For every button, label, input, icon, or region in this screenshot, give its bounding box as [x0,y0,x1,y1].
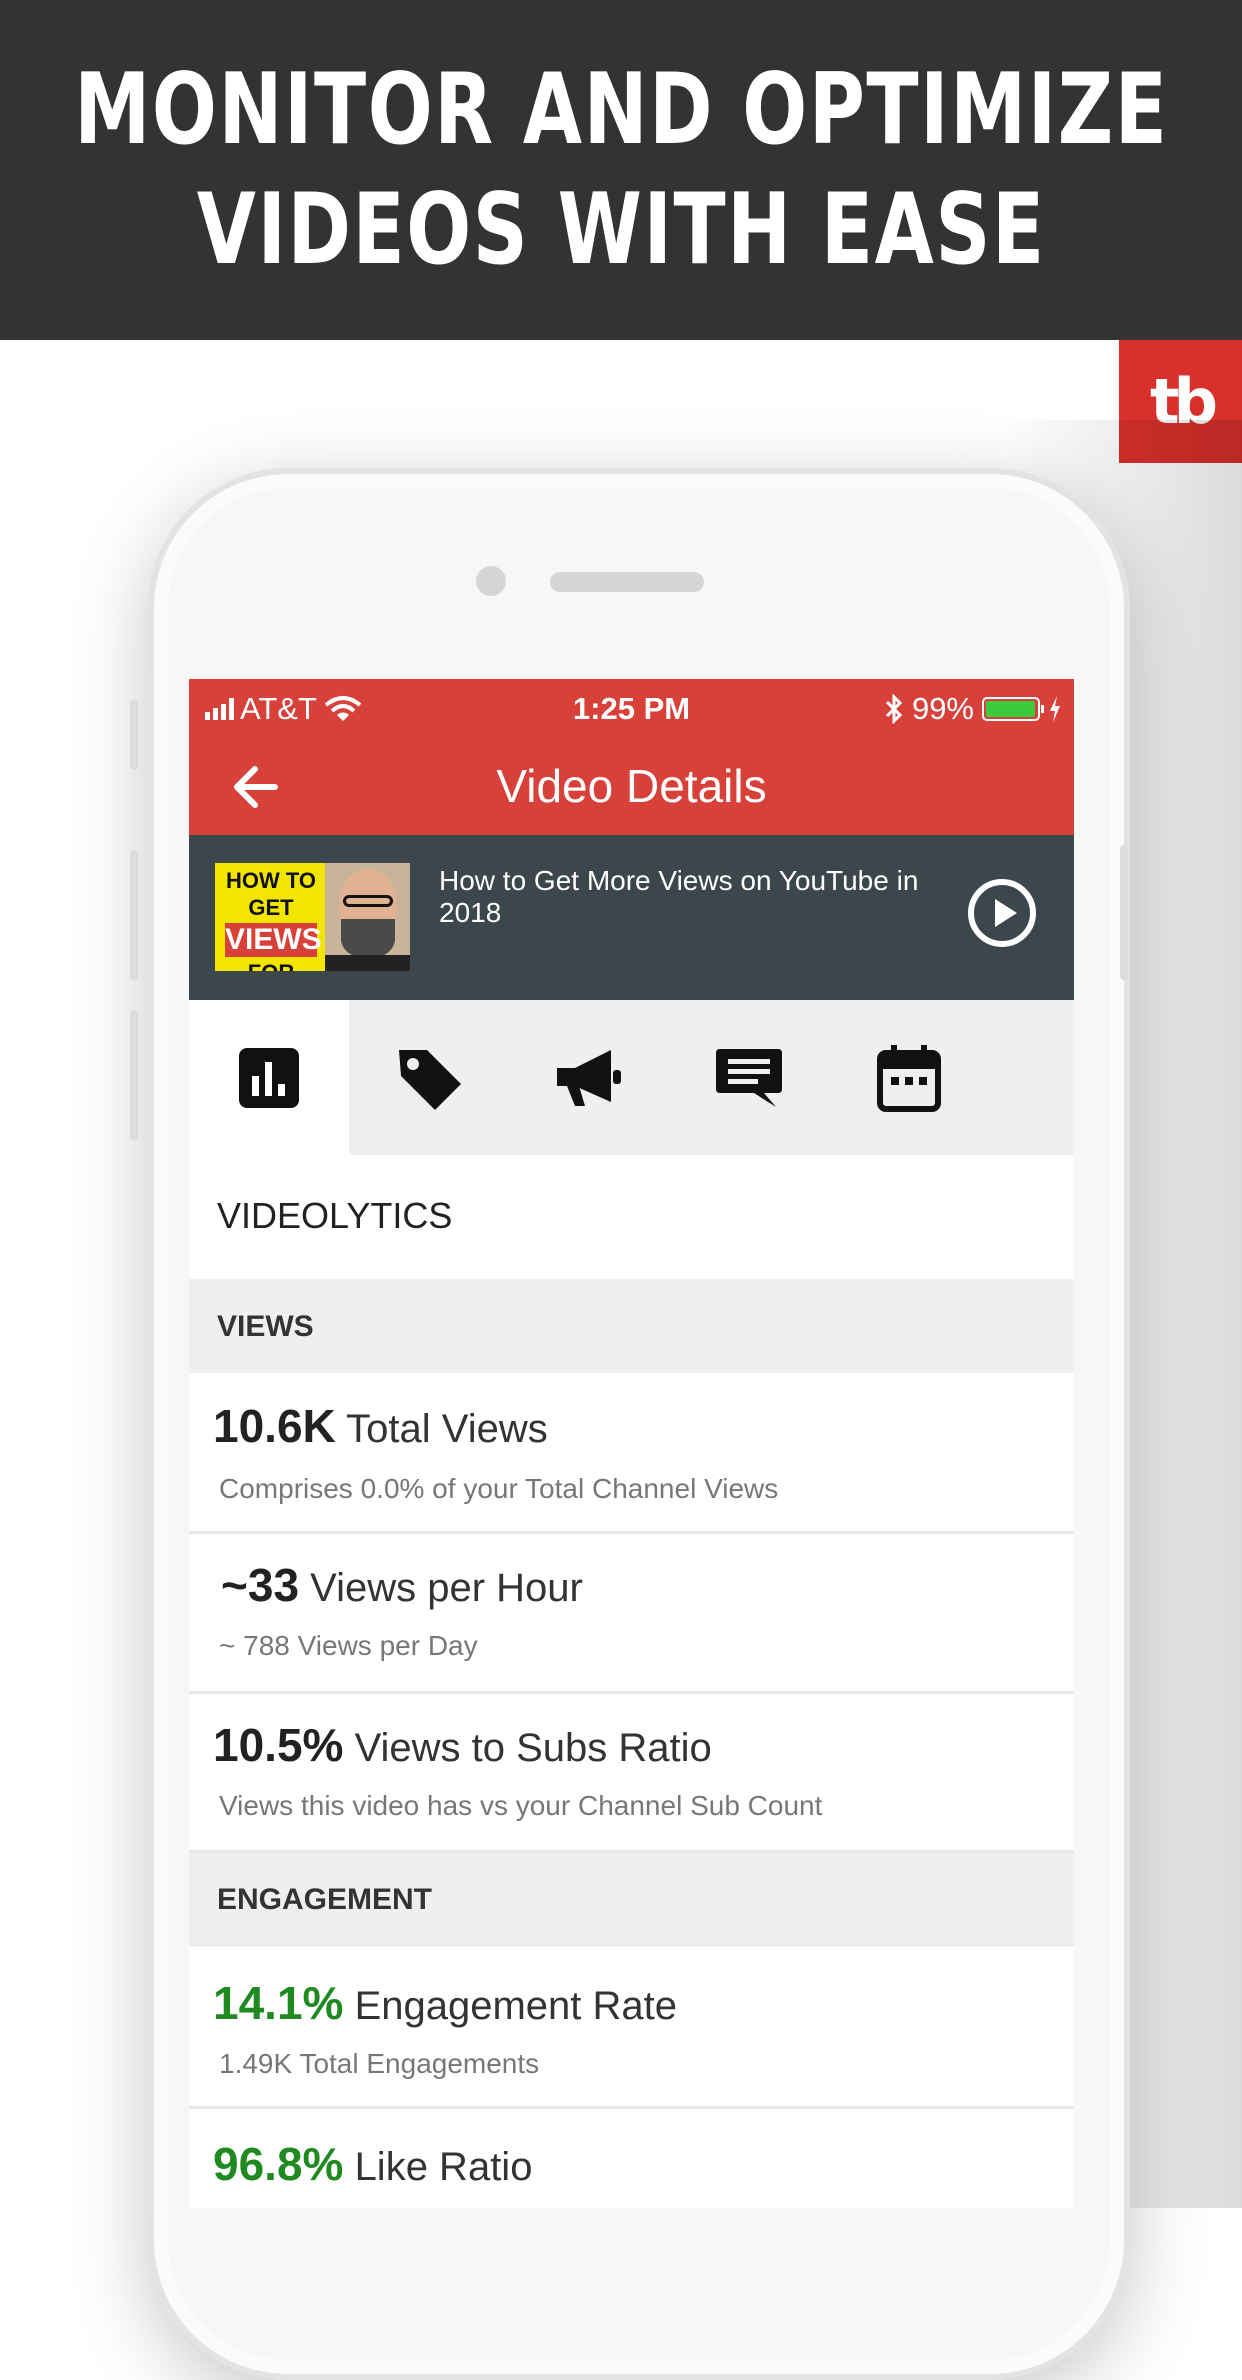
section-title: VIDEOLYTICS [189,1155,1074,1279]
metric-row: 10.6K Total Views Comprises 0.0% of your… [189,1373,1074,1534]
status-right: 99% [884,691,1062,727]
front-camera [476,566,506,596]
earpiece-speaker [550,572,704,592]
megaphone-icon [557,1049,621,1106]
charging-icon [1050,696,1060,722]
thumbnail-line-3: FOR REAL! [237,960,304,971]
banner-headline-line-1: MONITOR AND OPTIMIZE [73,53,1169,167]
app-header: Video Details [189,739,1074,835]
tab-comments[interactable] [669,1000,829,1155]
thumbnail-caption: HOW TO GET VIEWS FOR REAL! [217,867,325,971]
volume-down-button [130,1010,138,1140]
metric-value: 10.5% [213,1719,344,1771]
tab-analytics[interactable] [189,1000,349,1155]
video-title: How to Get More Views on YouTube in 2018 [439,865,919,928]
metric-main: 96.8% Like Ratio [213,2137,532,2191]
metric-row: 96.8% Like Ratio [189,2109,1074,2208]
metric-value: 96.8% [213,2138,344,2190]
metric-main: 10.5% Views to Subs Ratio [213,1718,712,1772]
metric-main: ~33 Views per Hour [221,1558,583,1612]
battery-fill [986,701,1036,717]
section-title-text: VIDEOLYTICS [217,1195,453,1236]
metric-value: ~33 [221,1559,300,1611]
group-header-engagement-label: ENGAGEMENT [217,1883,433,1916]
metric-label: Like Ratio [354,2145,533,2189]
banner-headline-line-2: VIDEOS WITH EASE [196,173,1046,287]
thumbnail-line-2: VIEWS [225,923,322,957]
metric-row: 10.5% Views to Subs Ratio Views this vid… [189,1694,1074,1853]
volume-up-button [130,850,138,980]
group-header-views-label: VIEWS [217,1310,314,1343]
metric-sub: 1.49K Total Engagements [219,2048,540,2079]
mute-switch [130,700,138,770]
thumbnail-face [325,863,410,971]
metric-label: Engagement Rate [354,1984,678,2028]
power-button [1120,845,1128,980]
status-bar: AT&T 1:25 PM 99% [189,679,1074,739]
tag-icon [399,1049,461,1110]
metric-row: 14.1% Engagement Rate 1.49K Total Engage… [189,1946,1074,2109]
metric-main: 10.6K Total Views [213,1399,548,1453]
tab-promote[interactable] [509,1000,669,1155]
metric-row: ~33 Views per Hour ~ 788 Views per Day [189,1534,1074,1694]
video-summary-bar[interactable]: HOW TO GET VIEWS FOR REAL! How to Get Mo… [189,835,1074,1000]
metric-label: Total Views [346,1407,548,1451]
play-circle-icon[interactable] [967,878,1037,948]
bar-chart-icon [239,1047,299,1108]
tab-schedule[interactable] [829,1000,989,1155]
metric-sub: Comprises 0.0% of your Total Channel Vie… [219,1473,779,1504]
tab-tags[interactable] [349,1000,509,1155]
phone-screen: AT&T 1:25 PM 99% Video Details HOW TO GE… [189,679,1074,2208]
metric-sub: ~ 788 Views per Day [219,1630,478,1661]
thumbnail-line-1: HOW TO GET [225,868,317,920]
comment-icon [716,1048,782,1107]
group-header-engagement: ENGAGEMENT [189,1853,1074,1947]
metric-sub: Views this video has vs your Channel Sub… [219,1790,823,1821]
metric-value: 14.1% [213,1977,344,2029]
promo-banner: MONITOR AND OPTIMIZE VIDEOS WITH EASE [0,0,1242,340]
video-thumbnail[interactable]: HOW TO GET VIEWS FOR REAL! [215,863,410,971]
metric-label: Views per Hour [310,1566,583,1610]
battery-percent: 99% [911,691,974,726]
bluetooth-icon [885,694,903,724]
metric-label: Views to Subs Ratio [354,1726,712,1770]
detail-tabs [189,1000,1074,1155]
metric-value: 10.6K [213,1400,336,1452]
metric-main: 14.1% Engagement Rate [213,1976,677,2030]
calendar-icon [877,1044,941,1112]
page-title: Video Details [496,760,767,812]
battery-icon [982,697,1044,721]
group-header-views: VIEWS [189,1279,1074,1375]
